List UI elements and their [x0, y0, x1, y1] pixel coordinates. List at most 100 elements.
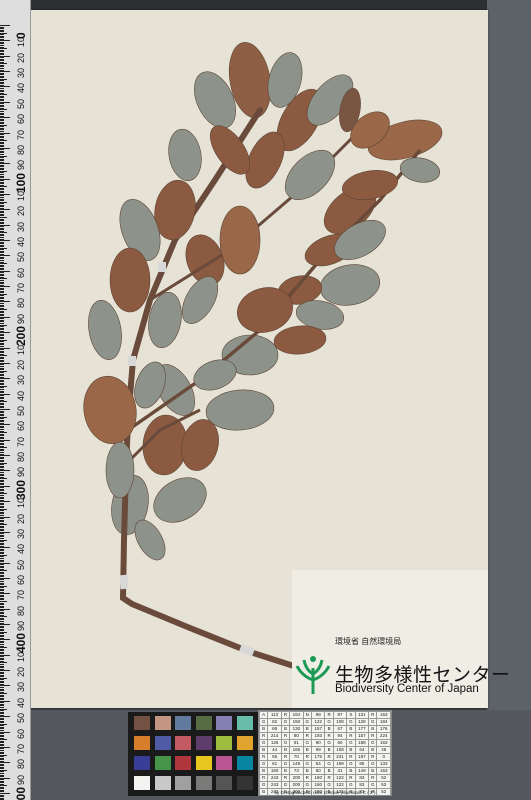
calibration-cell: 149	[289, 760, 304, 768]
calibration-cell: 214	[267, 732, 282, 740]
calibration-cell: R	[302, 753, 312, 761]
calibration-cell: R	[280, 774, 291, 782]
calibration-cell: 126	[267, 739, 282, 747]
calibration-cell: G	[324, 739, 334, 747]
calibration-cell: B	[324, 767, 334, 775]
calibration-cell: 122	[332, 781, 348, 789]
calibration-cell: R	[368, 711, 378, 719]
calibration-cell: 52	[376, 781, 391, 789]
ministry-label: 環境省 自然環境局	[335, 637, 402, 646]
calibration-cell: 86	[354, 760, 370, 768]
calibration-cell: R	[280, 711, 291, 719]
calibration-cell: 60	[310, 767, 326, 775]
calibration-cell: R	[259, 774, 269, 782]
calibration-cell: 163	[376, 739, 391, 747]
calibration-cell: B	[346, 725, 356, 733]
calibration-cell: 177	[354, 725, 370, 733]
calibration-cell: 122	[310, 718, 326, 726]
calibration-cell: G	[368, 760, 378, 768]
calibration-cell: G	[302, 781, 312, 789]
color-swatch	[175, 756, 191, 770]
calibration-cell: G	[368, 718, 378, 726]
color-swatch	[175, 736, 191, 750]
calibration-cell: R	[302, 732, 312, 740]
calibration-cell: G	[324, 781, 334, 789]
calibration-cell: 200	[289, 781, 304, 789]
color-swatch	[154, 736, 171, 750]
calibration-cell: 68	[267, 725, 282, 733]
calibration-cell: 160	[310, 774, 326, 782]
calibration-cell: 98	[310, 711, 326, 719]
color-swatch	[195, 736, 212, 750]
calibration-cell: 200	[289, 774, 304, 782]
color-swatch	[236, 756, 253, 770]
calibration-cell: B	[324, 725, 334, 733]
calibration-cell: 133	[376, 760, 391, 768]
calibration-cell: 224	[376, 732, 391, 740]
calibration-cell: S	[346, 711, 356, 719]
calibration-cell: 243	[267, 781, 282, 789]
color-swatch	[134, 736, 150, 750]
calibration-cell: R	[324, 753, 334, 761]
calibration-cell: 80	[289, 732, 304, 740]
color-swatch	[154, 756, 171, 770]
leaf	[399, 157, 441, 183]
color-swatch	[175, 716, 191, 730]
calibration-cell: 184	[376, 718, 391, 726]
color-swatch	[134, 776, 150, 790]
calibration-cell: R	[368, 774, 378, 782]
calibration-cell: 113	[267, 711, 282, 719]
calibration-cell: 150	[289, 718, 304, 726]
leaf	[168, 128, 202, 182]
leaf	[219, 205, 261, 275]
calibration-cell: 194	[289, 711, 304, 719]
calibration-cell: 193	[310, 732, 326, 740]
calibration-cell: R	[280, 732, 291, 740]
calibration-cell: 166	[289, 746, 304, 754]
calibration-cell: R	[324, 711, 334, 719]
calibration-cell: 46	[376, 746, 391, 754]
calibration-cell: 54	[310, 760, 326, 768]
calibration-cell: G	[259, 718, 269, 726]
calibration-cell: 60	[332, 739, 348, 747]
biodiversity-logo-icon	[295, 656, 331, 694]
calibration-cell: 52	[376, 774, 391, 782]
calibration-cell: 131	[354, 711, 370, 719]
color-swatch	[216, 736, 232, 750]
calibration-cell: 73	[289, 767, 304, 775]
calibration-cell: 91	[289, 739, 304, 747]
calibration-cell: 175	[310, 753, 326, 761]
color-swatch	[154, 776, 171, 790]
calibration-cell: 70	[289, 753, 304, 761]
calibration-cell: G	[280, 718, 291, 726]
color-swatch	[195, 716, 212, 730]
calibration-cell: B	[302, 767, 312, 775]
calibration-cell: 61	[267, 760, 282, 768]
color-checker	[128, 712, 258, 796]
calibration-cell: G	[346, 781, 356, 789]
calibration-cell: 150	[267, 767, 282, 775]
calibration-cell: G	[368, 781, 378, 789]
calibration-cell: R	[259, 732, 269, 740]
calibration-cell: 199	[332, 760, 348, 768]
calibration-cell: 56	[267, 753, 282, 761]
calibration-cell: 44	[267, 746, 282, 754]
color-swatch	[216, 776, 232, 790]
calibration-cell: 149	[354, 767, 370, 775]
calibration-cell: G	[346, 760, 356, 768]
calibration-cell: 122	[332, 774, 348, 782]
calibration-cell: 188	[354, 739, 370, 747]
calibration-cell: 157	[310, 725, 326, 733]
color-swatch	[236, 736, 253, 750]
calibration-cell: R	[302, 774, 312, 782]
calibration-caption: by GretagMacbeth color checker (Illumina…	[274, 790, 376, 795]
calibration-cell: 108	[332, 746, 348, 754]
calibration-cell: G	[302, 760, 312, 768]
calibration-cell: 94	[332, 732, 348, 740]
calibration-cell: N	[302, 711, 312, 719]
calibration-cell: R	[324, 774, 334, 782]
calibration-table: A 113 R 194 N 98 R 87 S 131 R 163 G 82 G 150 G 122 G 108 G 12…	[258, 710, 392, 796]
calibration-cell: G	[368, 739, 378, 747]
calibration-cell: R	[346, 753, 356, 761]
color-swatch	[175, 776, 191, 790]
